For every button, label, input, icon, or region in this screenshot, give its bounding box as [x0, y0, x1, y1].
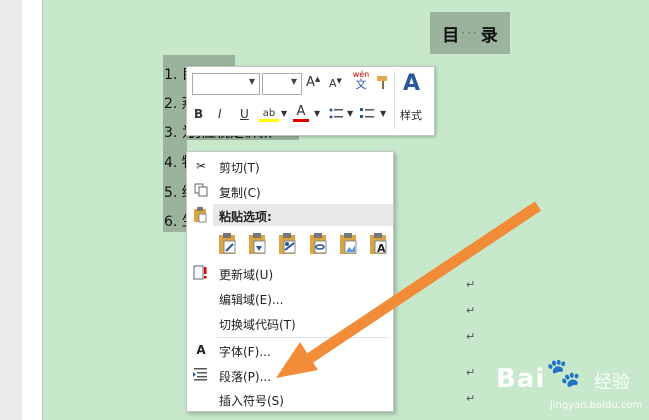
watermark-url: jingyan.baidu.com — [550, 400, 643, 411]
paw-icon: 🐾 — [546, 356, 581, 389]
baidu-watermark: Bai 🐾 经验 jingyan.baidu.com — [494, 352, 644, 418]
annotation-arrow-shaft — [300, 201, 542, 367]
watermark-subtitle: 经验 — [594, 372, 630, 393]
baidu-logo: Bai — [496, 364, 546, 394]
